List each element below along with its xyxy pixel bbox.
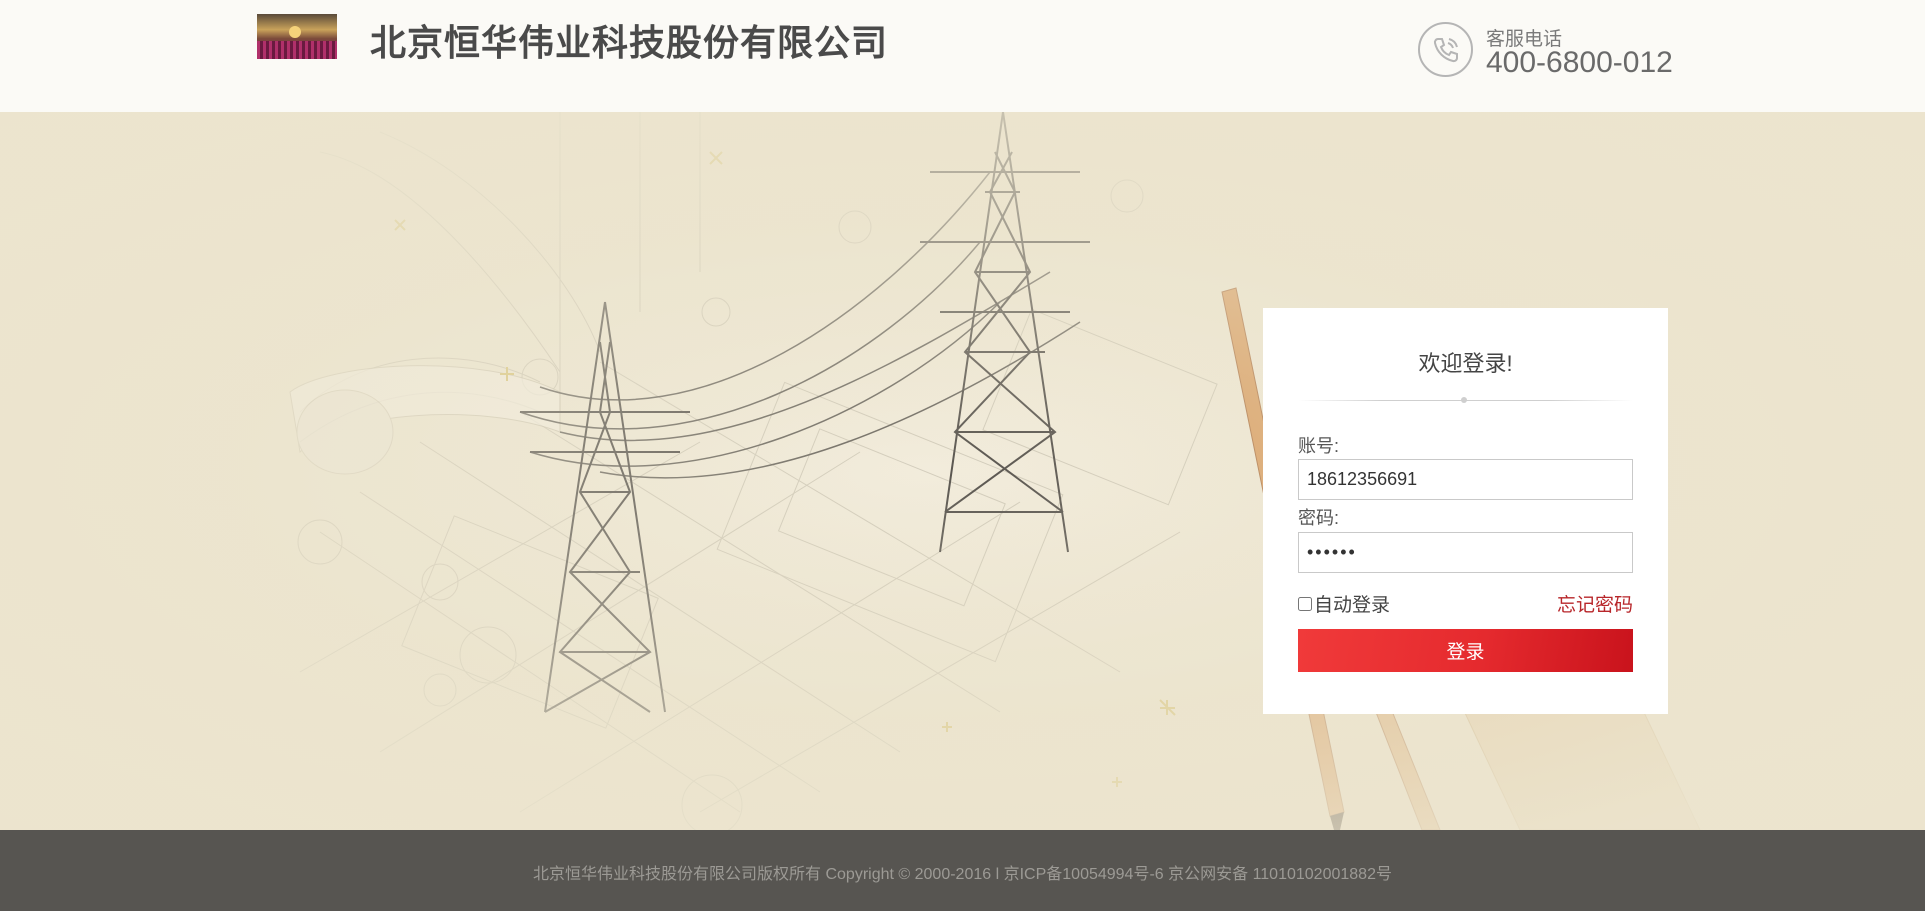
site-header: 北京恒华伟业科技股份有限公司 客服电话 400-6800-012 [0,0,1925,112]
forgot-password-link[interactable]: 忘记密码 [1557,590,1633,617]
title-divider-dot [1461,397,1467,403]
auto-login-label: 自动登录 [1314,595,1391,616]
company-logo[interactable] [257,14,337,59]
password-label: 密码: [1298,508,1340,528]
auto-login-checkbox[interactable] [1298,596,1312,611]
logo-flower-field-shape [257,41,337,59]
hero-blueprint-banner: 欢迎登录! 账号: 密码: 自动登录 忘记密码 登录 [0,112,1925,830]
login-button[interactable]: 登录 [1298,629,1633,672]
logo-sun-shape [289,26,301,38]
service-phone-number: 400-6800-012 [1486,46,1673,79]
password-input[interactable] [1298,532,1633,573]
login-title: 欢迎登录! [1418,351,1513,376]
site-footer: 北京恒华伟业科技股份有限公司版权所有 Copyright © 2000-2016… [0,830,1925,911]
account-input[interactable] [1298,459,1633,500]
footer-copyright: 北京恒华伟业科技股份有限公司版权所有 Copyright © 2000-2016… [533,866,1392,883]
phone-icon [1418,22,1473,77]
company-name: 北京恒华伟业科技股份有限公司 [370,22,889,63]
account-label: 账号: [1298,436,1340,456]
login-panel: 欢迎登录! 账号: 密码: 自动登录 忘记密码 登录 [1263,308,1668,714]
auto-login-option[interactable]: 自动登录 [1298,590,1390,617]
